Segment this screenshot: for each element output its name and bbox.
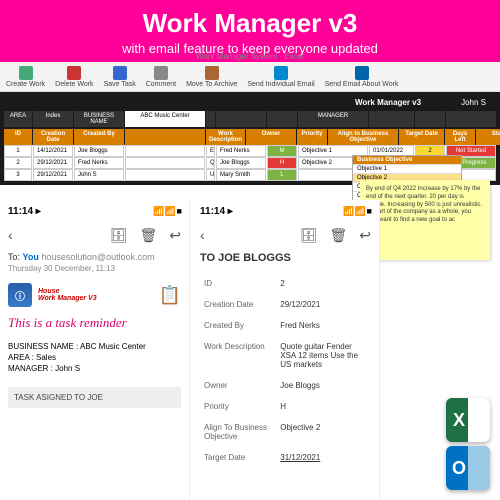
mail-icon <box>274 66 288 80</box>
label-business: BUSINESS NAME <box>74 111 124 127</box>
ribbon-send-email-work[interactable]: Send Email About Work <box>325 66 399 88</box>
email-logo: ⓘ HouseWork Manager V3 📋 <box>8 283 181 307</box>
signal-wifi-battery-icon: 📶 📶 ■ <box>343 206 371 217</box>
label-index: Index <box>33 111 73 127</box>
signal-wifi-battery-icon: 📶 📶 ■ <box>153 206 181 217</box>
ribbon-save-task[interactable]: Save Task <box>104 66 136 88</box>
phone-previews: 11:14 ▸ 📶 📶 ■ ‹ 🗄 🗑 ↩ To: You housesolut… <box>0 200 500 500</box>
ribbon-move-archive[interactable]: Move To Archive <box>186 66 237 88</box>
clock: 11:14 ▸ <box>8 206 41 217</box>
outlook-app-icon: O <box>446 446 490 490</box>
business-name-cell[interactable]: ABC Music Center <box>125 111 205 127</box>
clock: 11:14 ▸ <box>200 206 233 217</box>
excel-app-icon: X <box>446 398 490 442</box>
archive-icon[interactable]: 🗄 <box>110 227 128 244</box>
column-headers: ID Creation Date Created By Work Descrip… <box>4 129 496 145</box>
archive-icon <box>205 66 219 80</box>
reply-icon[interactable]: ↩ <box>359 227 371 244</box>
target-date-link[interactable]: 31/12/2021 <box>278 448 369 467</box>
email-date: Thursday 30 December, 11:13 <box>8 264 181 273</box>
ribbon-create-work[interactable]: Create Work <box>6 66 45 88</box>
phone-email-1: 11:14 ▸ 📶 📶 ■ ‹ 🗄 🗑 ↩ To: You housesolut… <box>0 200 190 500</box>
detail-row: PriorityH <box>202 397 369 416</box>
phone-email-2: 11:14 ▸ 📶 📶 ■ ‹ 🗄 🗑 ↩ TO JOE BLOGGS ID2 … <box>190 200 380 500</box>
trash-icon[interactable]: 🗑 <box>329 227 347 244</box>
detail-row: OwnerJoe Bloggs <box>202 376 369 395</box>
comment-icon <box>154 66 168 80</box>
label-manager: MANAGER <box>298 111 368 127</box>
sheet-brand: Work Manager v3 <box>355 98 421 107</box>
detail-row: Work DescriptionQuote guitar Fender XSA … <box>202 337 369 374</box>
detail-row: Creation Date29/12/2021 <box>202 295 369 314</box>
top-label-row: AREA Index BUSINESS NAME ABC Music Cente… <box>4 109 496 129</box>
excel-ribbon: Create Work Delete Work Save Task Commen… <box>0 62 500 92</box>
detail-row: ID2 <box>202 274 369 293</box>
email-recipient: TO JOE BLOGGS <box>200 248 371 268</box>
dropdown-option[interactable]: Objective 1 <box>353 165 461 174</box>
email-to-line: To: You housesolution@outlook.com <box>8 252 181 262</box>
email-toolbar: ‹ 🗄 🗑 ↩ <box>8 223 181 248</box>
plus-icon <box>19 66 33 80</box>
ihouse-logo-icon: ⓘ <box>8 283 32 307</box>
promo-title: Work Manager v3 <box>0 8 500 39</box>
ribbon-comment[interactable]: Comment <box>146 66 176 88</box>
detail-row: Target Date31/12/2021 <box>202 448 369 467</box>
label-area: AREA <box>4 111 32 127</box>
status-bar: 11:14 ▸ 📶 📶 ■ <box>200 204 371 223</box>
back-icon[interactable]: ‹ <box>200 227 205 244</box>
delete-icon <box>67 66 81 80</box>
reply-icon[interactable]: ↩ <box>169 227 181 244</box>
ribbon-send-email[interactable]: Send Individual Email <box>247 66 314 88</box>
dropdown-header: Business Objective <box>353 156 461 165</box>
sheet-owner: John S <box>461 98 486 107</box>
email-toolbar: ‹ 🗄 🗑 ↩ <box>200 223 371 248</box>
detail-row: Align To Business ObjectiveObjective 2 <box>202 418 369 446</box>
back-icon[interactable]: ‹ <box>8 227 13 244</box>
archive-icon[interactable]: 🗄 <box>300 227 318 244</box>
notes-icon: 📋 <box>159 285 181 306</box>
task-assigned-box: TASK ASIGNED TO JOE <box>8 387 181 408</box>
task-detail-table: ID2 Creation Date29/12/2021 Created ByFr… <box>200 272 371 469</box>
app-icons-stack: X O <box>446 398 490 490</box>
window-title: Work Manager System - Excel <box>196 52 304 61</box>
ribbon-delete-work[interactable]: Delete Work <box>55 66 93 88</box>
status-bar: 11:14 ▸ 📶 📶 ■ <box>8 204 181 223</box>
reminder-heading: This is a task reminder <box>8 315 181 331</box>
business-info: BUSINESS NAME : ABC Music Center AREA : … <box>8 341 181 375</box>
detail-row: Created ByFred Nerks <box>202 316 369 335</box>
trash-icon[interactable]: 🗑 <box>139 227 157 244</box>
mail-all-icon <box>355 66 369 80</box>
save-icon <box>113 66 127 80</box>
